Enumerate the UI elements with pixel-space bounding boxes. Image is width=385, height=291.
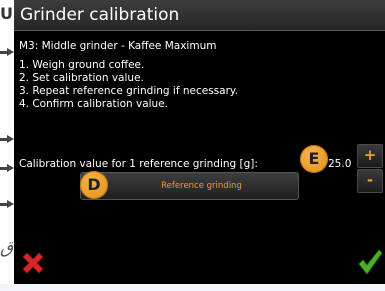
decrease-button[interactable]: - <box>357 169 383 193</box>
instruction-step: 3. Repeat reference grinding if necessar… <box>19 85 238 97</box>
document-bottom-strip <box>0 284 385 291</box>
calibration-value: 25.0 <box>328 158 352 170</box>
reference-grinding-button[interactable]: Reference grinding <box>80 172 299 200</box>
callout-arrow-icon <box>0 135 14 144</box>
cancel-x-icon <box>22 252 44 274</box>
confirm-button[interactable] <box>357 248 383 276</box>
instruction-step: 2. Set calibration value. <box>19 72 144 84</box>
instruction-step: 1. Weigh ground coffee. <box>19 59 145 71</box>
checkmark-icon <box>358 249 383 275</box>
callout-badge-d: D <box>80 171 108 199</box>
cancel-button[interactable] <box>20 250 46 276</box>
background-text-fragment: ق <box>0 238 13 258</box>
reference-grinding-label: Reference grinding <box>161 181 242 191</box>
dialog-title: Grinder calibration <box>20 5 180 25</box>
callout-badge-e: E <box>300 145 328 173</box>
callout-arrow-icon <box>0 200 14 209</box>
callout-arrow-icon <box>0 164 14 173</box>
calibration-label: Calibration value for 1 reference grindi… <box>19 158 258 170</box>
title-bar: Grinder calibration <box>14 0 385 31</box>
grinder-subtitle: M3: Middle grinder - Kaffee Maximum <box>19 40 217 52</box>
instruction-list: 1. Weigh ground coffee. 2. Set calibrati… <box>19 59 238 111</box>
callout-arrow-icon <box>0 48 14 57</box>
instruction-step: 4. Confirm calibration value. <box>19 98 169 110</box>
machine-display-screen: Grinder calibration M3: Middle grinder -… <box>14 0 385 284</box>
background-text-fragment: Ul <box>0 4 13 23</box>
increase-button[interactable]: + <box>357 144 383 168</box>
